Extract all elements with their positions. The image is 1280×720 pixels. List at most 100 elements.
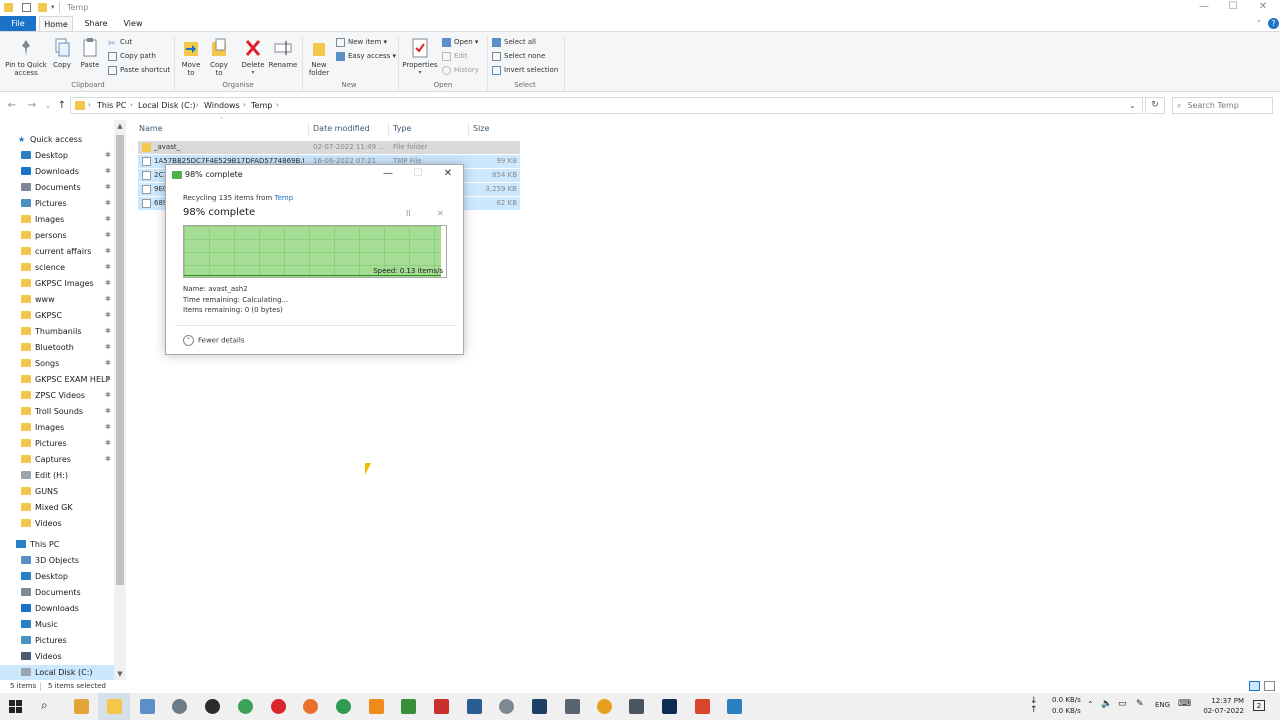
app-icon[interactable] xyxy=(467,699,482,714)
breadcrumb-chevron-icon[interactable]: › xyxy=(130,101,133,109)
dialog-maximize-button[interactable]: ☐ xyxy=(408,167,428,181)
breadcrumb-chevron-icon[interactable]: › xyxy=(88,101,91,109)
tab-home[interactable]: Home xyxy=(39,16,73,31)
nav-item[interactable]: current affairs ✱ xyxy=(0,244,114,259)
clock[interactable]: 12:37 PM 02-07-2022 xyxy=(1198,696,1244,716)
file-explorer-icon[interactable] xyxy=(107,699,122,714)
settings-gear-icon[interactable] xyxy=(499,699,514,714)
collapse-ribbon-icon[interactable]: ⌃ xyxy=(1256,19,1265,28)
column-size[interactable]: Size xyxy=(473,122,489,136)
filezilla-icon[interactable] xyxy=(434,699,449,714)
properties-button[interactable]: Properties ▾ xyxy=(402,38,438,77)
properties-dropdown-icon[interactable]: ▾ xyxy=(402,69,438,77)
nav-quick-access[interactable]: ★ Quick access xyxy=(0,132,114,147)
notepad-icon[interactable] xyxy=(140,699,155,714)
paste-button[interactable]: Paste xyxy=(79,38,101,69)
nav-pc-item[interactable]: Local Disk (C:) xyxy=(0,665,114,680)
spreadsheet-icon[interactable] xyxy=(401,699,416,714)
scroll-up-icon[interactable]: ▲ xyxy=(114,120,126,132)
vlc-icon[interactable] xyxy=(369,699,384,714)
cancel-operation-button[interactable]: ✕ xyxy=(437,209,444,218)
open-button[interactable]: Open ▾ xyxy=(442,36,478,48)
nav-item[interactable]: Downloads ✱ xyxy=(0,164,114,179)
nav-item[interactable]: GUNS xyxy=(0,484,114,499)
address-dropdown-icon[interactable]: ⌄ xyxy=(1129,101,1136,110)
maximize-button[interactable]: ☐ xyxy=(1218,0,1248,16)
breadcrumb-chevron-icon[interactable]: › xyxy=(243,101,246,109)
easy-access-button[interactable]: Easy access ▾ xyxy=(336,50,396,62)
firefox-icon[interactable] xyxy=(303,699,318,714)
pen-icon[interactable]: ✎ xyxy=(1136,699,1144,709)
nav-item[interactable]: GKPSC Images ✱ xyxy=(0,276,114,291)
properties-quick-icon[interactable] xyxy=(22,3,31,12)
nav-item[interactable]: Videos xyxy=(0,516,114,531)
device-icon[interactable]: ▭ xyxy=(1118,699,1127,709)
source-folder-link[interactable]: Temp xyxy=(274,194,293,202)
new-folder-button[interactable]: New folder xyxy=(306,38,332,77)
app-icon[interactable] xyxy=(695,699,710,714)
app-icon[interactable] xyxy=(727,699,742,714)
app-icon[interactable] xyxy=(172,699,187,714)
language-indicator[interactable]: ENG xyxy=(1155,701,1170,709)
opera-icon[interactable] xyxy=(271,699,286,714)
dialog-close-button[interactable]: ✕ xyxy=(438,167,458,181)
refresh-button[interactable]: ↻ xyxy=(1145,97,1165,114)
nav-item[interactable]: GKPSC EXAM HELP ✱ xyxy=(0,372,114,387)
column-divider[interactable] xyxy=(468,122,469,136)
nav-scrollbar[interactable]: ▲ ▼ xyxy=(114,120,126,680)
chrome-icon[interactable] xyxy=(238,699,253,714)
nav-item[interactable]: Documents ✱ xyxy=(0,180,114,195)
delete-button[interactable]: Delete ▾ xyxy=(240,38,266,77)
scroll-down-icon[interactable]: ▼ xyxy=(114,668,126,680)
search-icon[interactable]: ⌕ xyxy=(41,698,48,713)
nav-item[interactable]: Captures ✱ xyxy=(0,452,114,467)
column-name[interactable]: Name xyxy=(139,122,163,136)
breadcrumb-windows[interactable]: Windows xyxy=(204,101,240,110)
breadcrumb-temp[interactable]: Temp xyxy=(251,101,272,110)
video-editor-icon[interactable] xyxy=(532,699,547,714)
chrome-alt-icon[interactable] xyxy=(336,699,351,714)
nav-item[interactable]: www ✱ xyxy=(0,292,114,307)
column-divider[interactable] xyxy=(308,122,309,136)
nav-item[interactable]: persons ✱ xyxy=(0,228,114,243)
breadcrumb-local-disk[interactable]: Local Disk (C:) xyxy=(138,101,196,110)
scroll-thumb[interactable] xyxy=(116,135,124,585)
nav-pc-item[interactable]: Music xyxy=(0,617,114,632)
tab-file[interactable]: File xyxy=(0,16,36,31)
up-arrow-icon[interactable]: ↑ xyxy=(56,99,68,113)
keyboard-icon[interactable]: ⌨ xyxy=(1178,699,1191,709)
media-app-icon[interactable] xyxy=(74,699,89,714)
column-divider[interactable] xyxy=(388,122,389,136)
dialog-minimize-button[interactable]: — xyxy=(378,167,398,181)
tab-share[interactable]: Share xyxy=(80,16,112,31)
nav-item[interactable]: ZPSC Videos ✱ xyxy=(0,388,114,403)
nav-item[interactable]: science ✱ xyxy=(0,260,114,275)
column-date-modified[interactable]: Date modified xyxy=(313,122,370,136)
copy-button[interactable]: Copy xyxy=(52,38,72,69)
tab-view[interactable]: View xyxy=(118,16,148,31)
quick-access-toolbar-dropdown-icon[interactable]: ▾ xyxy=(51,3,55,11)
show-hidden-icons-icon[interactable]: ⌃ xyxy=(1087,700,1094,709)
edit-button[interactable]: Edit xyxy=(442,50,468,62)
large-icons-view-icon[interactable] xyxy=(1264,681,1275,691)
cut-button[interactable]: ✂ Cut xyxy=(108,36,132,49)
nav-item[interactable]: Images ✱ xyxy=(0,420,114,435)
nav-pc-item[interactable]: Pictures xyxy=(0,633,114,648)
nav-item[interactable]: Desktop ✱ xyxy=(0,148,114,163)
calculator-icon[interactable] xyxy=(629,699,644,714)
nav-item[interactable]: Pictures ✱ xyxy=(0,436,114,451)
copy-path-button[interactable]: Copy path xyxy=(108,50,156,62)
app-icon[interactable] xyxy=(565,699,580,714)
paste-shortcut-button[interactable]: Paste shortcut xyxy=(108,64,170,76)
column-type[interactable]: Type xyxy=(393,122,411,136)
photoshop-icon[interactable] xyxy=(662,699,677,714)
history-button[interactable]: History xyxy=(442,64,479,76)
nav-pc-item[interactable]: Desktop xyxy=(0,569,114,584)
app-icon[interactable] xyxy=(597,699,612,714)
details-view-icon[interactable] xyxy=(1249,681,1260,691)
back-arrow-icon[interactable]: ← xyxy=(6,99,18,113)
minimize-button[interactable]: — xyxy=(1189,0,1219,16)
new-item-button[interactable]: New item ▾ xyxy=(336,36,387,48)
nav-item[interactable]: Mixed GK xyxy=(0,500,114,515)
delete-dropdown-icon[interactable]: ▾ xyxy=(240,69,266,77)
